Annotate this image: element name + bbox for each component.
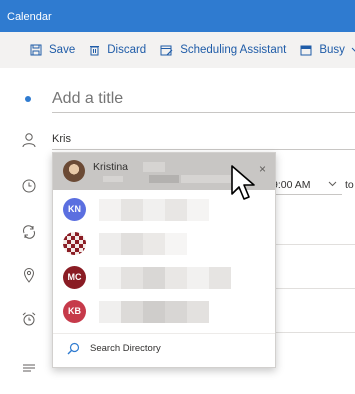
pointer-cursor-icon xyxy=(231,165,255,200)
save-label: Save xyxy=(49,44,76,56)
avatar: KB xyxy=(63,300,86,323)
title-input[interactable] xyxy=(52,85,355,113)
list-item[interactable]: KB xyxy=(53,297,275,327)
chevron-down-icon xyxy=(351,47,355,52)
divider xyxy=(53,333,275,334)
start-time-select[interactable]: 9:00 AM xyxy=(272,173,342,195)
busy-label: Busy xyxy=(319,44,345,56)
suggestion-name: Kristina xyxy=(93,161,129,173)
attendees-input[interactable] xyxy=(52,128,355,150)
list-item[interactable] xyxy=(53,229,275,259)
discard-icon xyxy=(90,46,100,56)
discard-button[interactable]: Discard xyxy=(89,44,146,56)
avatar: KN xyxy=(63,198,86,221)
busy-dropdown[interactable]: Busy xyxy=(300,44,355,56)
avatar xyxy=(63,232,86,255)
scheduling-assistant-button[interactable]: Scheduling Assistant xyxy=(160,44,286,56)
toolbar: Save Discard Scheduling Assistant Busy xyxy=(0,32,355,68)
list-item[interactable]: MC xyxy=(53,263,275,293)
save-button[interactable]: Save xyxy=(30,44,75,56)
calendar-busy-icon xyxy=(300,45,312,55)
redacted-text xyxy=(103,176,123,182)
alarm-icon xyxy=(22,312,36,326)
category-dot xyxy=(25,96,31,102)
divider xyxy=(272,244,355,245)
clock-icon xyxy=(22,179,36,193)
redacted-text xyxy=(149,175,179,183)
redacted-text xyxy=(181,175,231,183)
app-title-bar: Calendar xyxy=(0,0,355,32)
start-time-value: 9:00 AM xyxy=(272,179,311,191)
chevron-down-icon xyxy=(328,181,337,187)
scheduling-icon xyxy=(160,45,173,56)
save-icon xyxy=(30,44,42,56)
divider xyxy=(272,288,355,289)
body-text-icon xyxy=(23,364,35,372)
to-label: to xyxy=(345,179,354,191)
discard-label: Discard xyxy=(107,44,147,56)
location-icon xyxy=(23,268,35,283)
repeat-icon xyxy=(23,225,35,239)
search-directory-label: Search Directory xyxy=(90,343,161,354)
avatar xyxy=(63,160,85,182)
avatar: MC xyxy=(63,266,86,289)
person-icon xyxy=(22,133,36,148)
search-icon xyxy=(67,342,80,355)
scheduling-label: Scheduling Assistant xyxy=(180,44,287,56)
redacted-text xyxy=(143,162,165,172)
search-directory-button[interactable]: Search Directory xyxy=(67,342,161,355)
close-icon[interactable]: × xyxy=(259,162,266,176)
divider xyxy=(272,332,355,333)
app-title: Calendar xyxy=(7,11,52,23)
